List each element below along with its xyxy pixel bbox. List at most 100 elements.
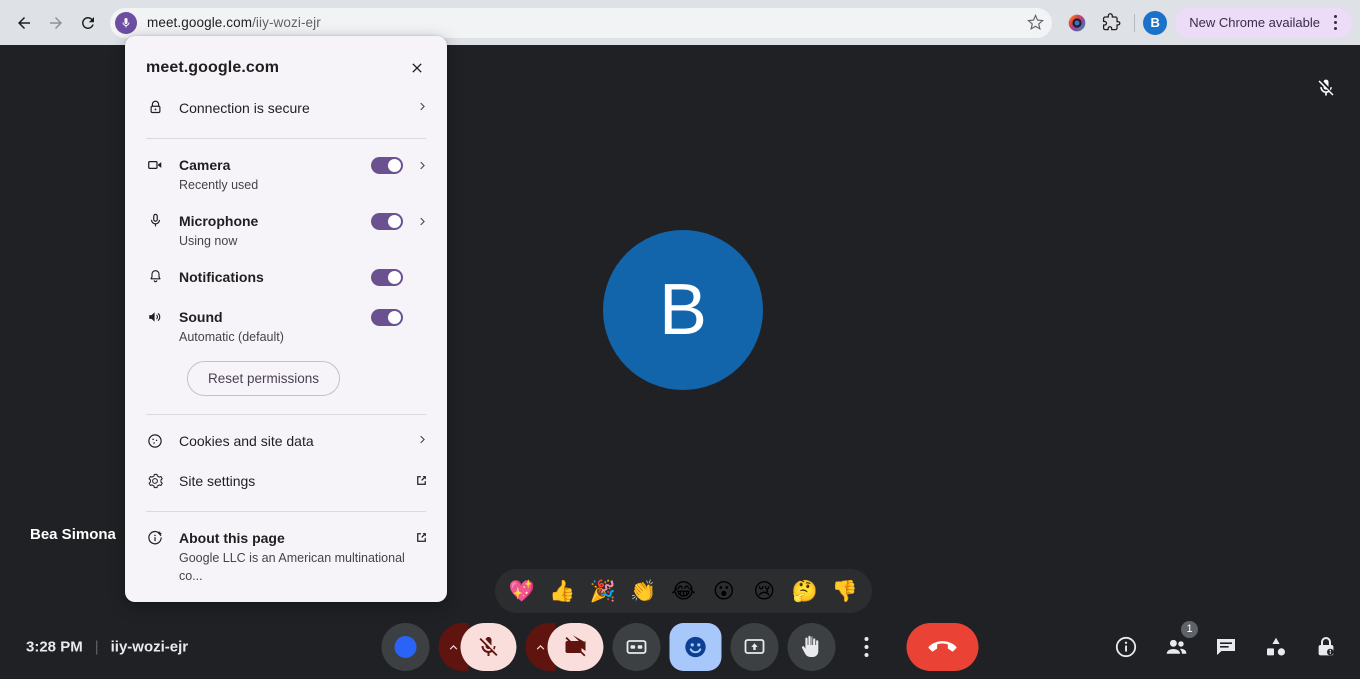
sound-toggle[interactable] xyxy=(371,309,403,326)
meeting-info: 3:28 PM | iiy-wozi-ejr xyxy=(26,639,188,656)
site-info-button[interactable] xyxy=(115,11,137,34)
toggle-captions-button[interactable] xyxy=(612,623,661,671)
reaction-heart-sparkle[interactable]: 💖 xyxy=(507,580,537,602)
browser-menu-button[interactable] xyxy=(1324,11,1346,35)
notifications-label: Notifications xyxy=(179,269,264,285)
info-icon xyxy=(1115,636,1137,658)
mic-off-indicator xyxy=(1313,75,1339,101)
reaction-bar[interactable]: 💖 👍 🎉 👏 😂 😮 😢 🤔 👎 xyxy=(495,569,872,613)
toggle-camera-button[interactable] xyxy=(547,623,604,671)
back-arrow-icon xyxy=(18,16,30,29)
reset-permissions-button[interactable]: Reset permissions xyxy=(187,361,341,396)
effects-dot-icon xyxy=(394,636,417,658)
more-options-button[interactable] xyxy=(845,623,889,671)
about-this-page-row[interactable]: About this page Google LLC is an America… xyxy=(125,520,447,594)
camera-status: Recently used xyxy=(179,178,259,192)
forward-button[interactable] xyxy=(40,7,72,39)
toggle-microphone-button[interactable] xyxy=(460,623,517,671)
bookmark-button[interactable] xyxy=(1022,10,1048,36)
back-button[interactable] xyxy=(8,7,40,39)
color-circle-icon xyxy=(1068,14,1086,31)
notifications-text: Notifications xyxy=(179,268,363,287)
url-domain: meet.google.com xyxy=(147,15,253,30)
chevron-right-icon[interactable] xyxy=(415,215,429,228)
raise-hand-icon xyxy=(801,635,819,657)
leave-call-button[interactable] xyxy=(906,623,979,671)
raise-hand-button[interactable] xyxy=(787,623,836,671)
popup-title: meet.google.com xyxy=(146,59,280,76)
camera-trailing xyxy=(371,157,429,174)
cookies-and-site-data-row[interactable]: Cookies and site data xyxy=(125,423,447,463)
address-bar[interactable]: meet.google.com/iiy-wozi-ejr xyxy=(110,7,1053,38)
close-icon xyxy=(412,63,422,73)
emoji-smiley-icon xyxy=(685,636,706,658)
reaction-clapping-hands[interactable]: 👏 xyxy=(628,580,658,602)
extensions-button[interactable] xyxy=(1096,8,1126,38)
chrome-update-button[interactable]: New Chrome available xyxy=(1175,7,1352,38)
reaction-thumbs-down[interactable]: 👎 xyxy=(830,580,860,602)
close-popup-button[interactable] xyxy=(405,56,429,80)
reaction-crying[interactable]: 😢 xyxy=(749,580,779,602)
reaction-thinking[interactable]: 🤔 xyxy=(790,580,820,602)
avatar: B xyxy=(603,230,763,390)
reaction-joy[interactable]: 😂 xyxy=(669,580,699,602)
about-description: Google LLC is an American multinational … xyxy=(179,551,405,583)
reaction-party-popper[interactable]: 🎉 xyxy=(588,580,618,602)
url-path: /iiy-wozi-ejr xyxy=(252,15,321,30)
end-call-icon xyxy=(928,641,957,652)
star-icon xyxy=(1026,14,1044,31)
connection-label: Connection is secure xyxy=(179,100,310,116)
camera-toggle[interactable] xyxy=(371,157,403,174)
sound-status: Automatic (default) xyxy=(179,330,284,344)
cookie-icon xyxy=(146,433,164,449)
camera-text: Camera Recently used xyxy=(179,156,363,194)
people-panel-button[interactable]: 1 xyxy=(1156,621,1198,667)
notifications-toggle[interactable] xyxy=(371,269,403,286)
permission-row-sound[interactable]: Sound Automatic (default) xyxy=(125,299,447,355)
meeting-details-button[interactable] xyxy=(1106,627,1146,667)
chevron-right-icon[interactable] xyxy=(415,159,429,172)
present-now-button[interactable] xyxy=(730,623,779,671)
microphone-trailing xyxy=(371,213,429,230)
mic-off-icon xyxy=(1318,79,1334,96)
bell-icon xyxy=(146,269,164,284)
microphone-control[interactable] xyxy=(438,623,517,671)
reaction-surprised[interactable]: 😮 xyxy=(709,580,739,602)
permission-row-camera[interactable]: Camera Recently used xyxy=(125,147,447,203)
permission-row-notifications[interactable]: Notifications xyxy=(125,259,447,299)
reload-button[interactable] xyxy=(72,7,104,39)
chrome-update-label: New Chrome available xyxy=(1189,15,1320,30)
site-settings-text: Site settings xyxy=(179,472,405,491)
reload-icon xyxy=(81,16,94,29)
activities-panel-button[interactable] xyxy=(1256,627,1296,667)
chat-panel-button[interactable] xyxy=(1206,627,1246,667)
people-icon xyxy=(1166,639,1186,654)
extension-colorful-button[interactable] xyxy=(1062,8,1092,38)
site-settings-row[interactable]: Site settings xyxy=(125,463,447,503)
microphone-toggle[interactable] xyxy=(371,213,403,230)
send-reaction-button[interactable] xyxy=(669,623,722,671)
connection-security-row[interactable]: Connection is secure xyxy=(125,90,447,130)
gear-icon xyxy=(146,473,164,489)
divider xyxy=(146,138,426,139)
camera-icon xyxy=(146,157,164,173)
meet-right-controls: 1 xyxy=(1106,621,1346,667)
camera-control[interactable] xyxy=(525,623,604,671)
reaction-thumbs-up[interactable]: 👍 xyxy=(547,580,577,602)
puzzle-piece-icon xyxy=(1102,13,1121,31)
host-controls-button[interactable] xyxy=(1306,627,1346,667)
microphone-status: Using now xyxy=(179,234,238,248)
connection-text: Connection is secure xyxy=(179,99,407,118)
cookies-label: Cookies and site data xyxy=(179,433,314,449)
meet-controls xyxy=(381,623,979,671)
microphone-text: Microphone Using now xyxy=(179,212,363,250)
cookies-trailing xyxy=(415,433,429,446)
chat-icon xyxy=(1217,639,1235,655)
profile-avatar[interactable]: B xyxy=(1143,10,1168,35)
microphone-label: Microphone xyxy=(179,213,259,229)
toolbar-divider xyxy=(1134,13,1136,32)
visual-effects-button[interactable] xyxy=(381,623,430,671)
permission-row-microphone[interactable]: Microphone Using now xyxy=(125,203,447,259)
camera-label: Camera xyxy=(179,157,231,173)
connection-trailing xyxy=(415,100,429,113)
